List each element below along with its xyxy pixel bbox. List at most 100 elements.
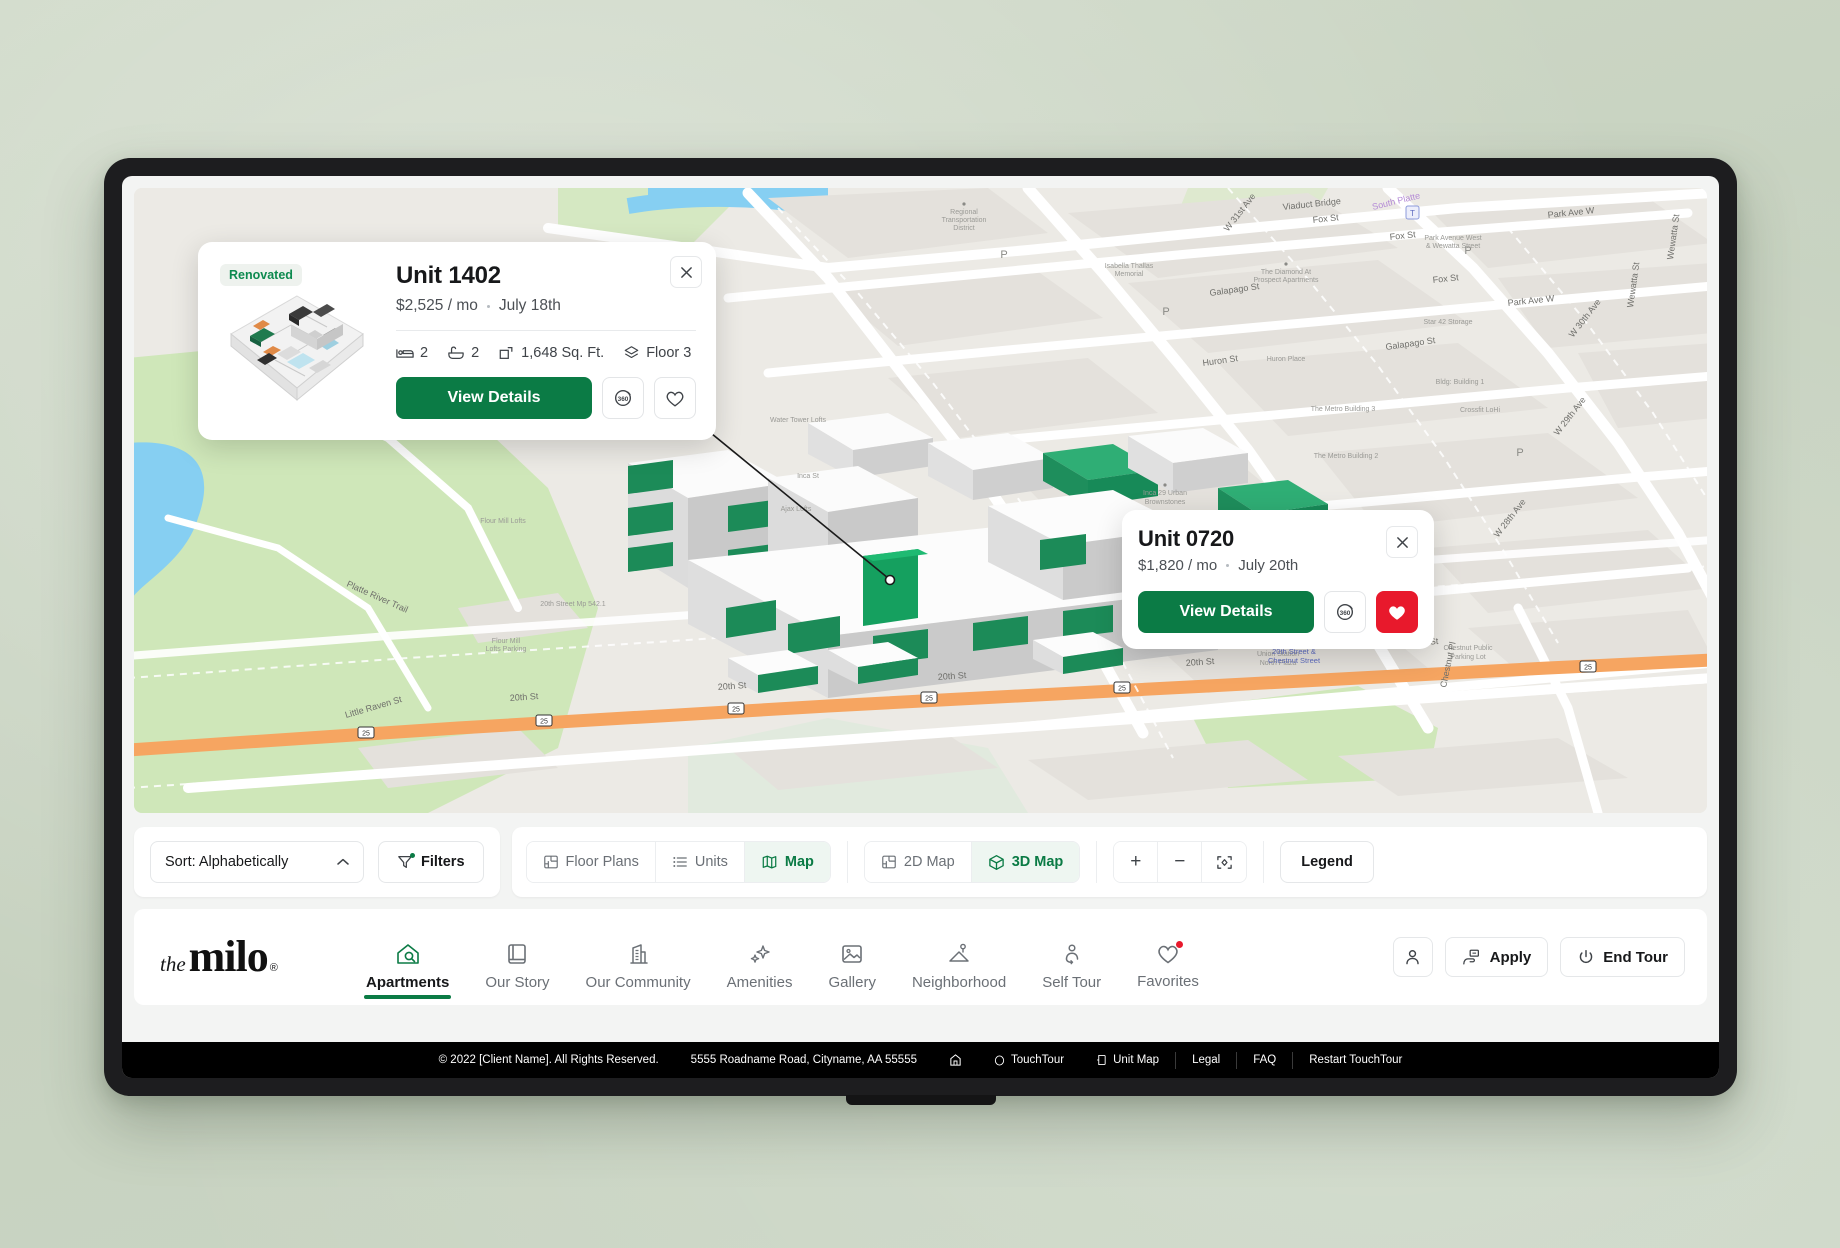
baths-count: 2 [471,345,480,361]
footer-legal[interactable]: Legal [1176,1054,1236,1066]
unit-specs: 2 2 1,648 Sq. Ft. Floor 3 [396,345,696,361]
toolbar-separator [1263,841,1265,883]
svg-text:Transportation: Transportation [942,217,987,224]
close-icon[interactable] [1386,526,1418,558]
footer-copyright: © 2022 [Client Name]. All Rights Reserve… [438,1054,659,1066]
map-toolbar: Sort: Alphabetically Filters Floor Plans… [134,827,1707,897]
view-360-button[interactable]: 360 [1324,591,1366,633]
footer-unit-map[interactable]: Unit Map [1080,1054,1175,1066]
favorites-notification-dot [1175,940,1183,948]
sparkles-icon [750,944,770,963]
fair-housing-glyph [950,1054,961,1066]
view-details-button[interactable]: View Details [396,377,592,419]
nav-label: Neighborhood [911,973,1007,991]
chevron-up-icon [337,858,349,865]
spec-beds: 2 [396,345,428,361]
svg-text:P: P [1162,306,1169,318]
svg-text:Star 42 Storage: Star 42 Storage [1423,319,1472,326]
footer-faq[interactable]: FAQ [1237,1054,1292,1066]
filter-icon-wrap [397,853,415,870]
end-tour-button[interactable]: End Tour [1560,937,1685,977]
apply-button[interactable]: Apply [1444,937,1549,977]
zoom-out-button[interactable]: − [1158,842,1203,882]
account-button[interactable] [1392,937,1433,977]
nav-label: Our Story [485,973,550,991]
svg-text:Water Tower Lofts: Water Tower Lofts [770,417,827,424]
footer-touchtour[interactable]: TouchTour [978,1054,1080,1066]
brand-logo[interactable]: the milo ® [160,932,340,981]
sort-dropdown[interactable]: Sort: Alphabetically [150,841,364,883]
separator-dot [486,304,490,308]
card-divider [396,330,696,331]
nav-item-our-story[interactable]: Our Story [467,909,567,1005]
logo-the: the [160,952,186,976]
map-mode-tabs: 2D Map 3D Map [863,841,1081,883]
svg-text:Park Avenue West: Park Avenue West [1424,235,1481,242]
nav-item-neighborhood[interactable]: Neighborhood [894,909,1024,1005]
tab-units[interactable]: Units [655,842,745,882]
svg-text:The Diamond At: The Diamond At [1261,269,1311,276]
area-icon [499,347,513,359]
heart-icon [1389,605,1405,620]
legend-button[interactable]: Legend [1280,841,1374,883]
apply-hand-icon [1462,949,1479,964]
tab-label: Units [694,854,728,870]
tab-map[interactable]: Map [744,842,830,882]
nav-item-our-community[interactable]: Our Community [568,909,709,1005]
view-360-button[interactable]: 360 [602,377,644,419]
unit-card-1402[interactable]: Renovated Unit 1402 $2,525 / mo July 18t… [198,242,716,440]
spec-floor: Floor 3 [623,345,691,361]
map-zoom-controls: + − [1113,841,1248,883]
unit-card-0720[interactable]: Unit 0720 $1,820 / mo July 20th View Det… [1122,510,1434,649]
nav-item-gallery[interactable]: Gallery [810,909,894,1005]
book-icon [508,943,527,964]
svg-text:The Metro Building 3: The Metro Building 3 [1311,406,1376,413]
view-details-button[interactable]: View Details [1138,591,1314,633]
tab-floor-plans[interactable]: Floor Plans [526,842,656,882]
main-navbar: the milo ® Apartments Our Story Our Comm… [134,909,1707,1005]
svg-text:Regional: Regional [950,209,978,216]
building-icon [630,943,648,964]
filters-label: Filters [421,854,465,870]
svg-text:Crossfit LoHi: Crossfit LoHi [1460,407,1501,414]
nav-item-self-tour[interactable]: Self Tour [1024,909,1119,1005]
svg-text:Memorial: Memorial [1115,271,1144,278]
zoom-in-button[interactable]: + [1114,842,1159,882]
map-viewport[interactable]: Regional Transportation District P Jack … [134,188,1707,813]
nav-item-amenities[interactable]: Amenities [709,909,811,1005]
filter-active-dot [410,853,415,858]
unit-title: Unit 1402 [396,262,501,289]
toolbar-separator [846,841,848,883]
beds-count: 2 [420,345,429,361]
end-tour-label: End Tour [1603,948,1668,966]
svg-text:25: 25 [732,707,740,714]
nav-item-apartments[interactable]: Apartments [348,909,467,1005]
favorite-button[interactable] [654,377,696,419]
cube-icon [988,854,1004,870]
unit-thumbnail: Renovated [212,256,382,426]
favorite-button-active[interactable] [1376,591,1418,633]
map-pin-photo-icon [949,943,969,962]
home-search-icon [396,943,419,964]
svg-text:Prospect Apartments: Prospect Apartments [1254,277,1319,284]
footer-restart-touchtour[interactable]: Restart TouchTour [1293,1054,1418,1066]
svg-text:20th St: 20th St [509,691,539,703]
tab-2d-map[interactable]: 2D Map [864,842,972,882]
nav-item-favorites[interactable]: Favorites [1119,909,1217,1005]
footer-bar: © 2022 [Client Name]. All Rights Reserve… [122,1042,1719,1078]
360-icon: 360 [1336,603,1354,621]
heart-icon [666,391,684,407]
svg-text:Brownstones: Brownstones [1145,499,1186,506]
recenter-button[interactable] [1202,842,1247,882]
image-icon [842,944,862,963]
tab-label: 2D Map [903,854,955,870]
tab-3d-map[interactable]: 3D Map [971,842,1080,882]
sort-filter-panel: Sort: Alphabetically Filters [134,827,500,897]
logo-milo: milo [188,932,269,981]
svg-text:Flour Mill Lofts: Flour Mill Lofts [480,518,526,525]
close-icon[interactable] [670,256,702,288]
apply-label: Apply [1489,948,1532,966]
unit-available-date: July 20th [1238,557,1299,574]
filters-button[interactable]: Filters [378,841,484,883]
separator-dot [1226,564,1230,567]
